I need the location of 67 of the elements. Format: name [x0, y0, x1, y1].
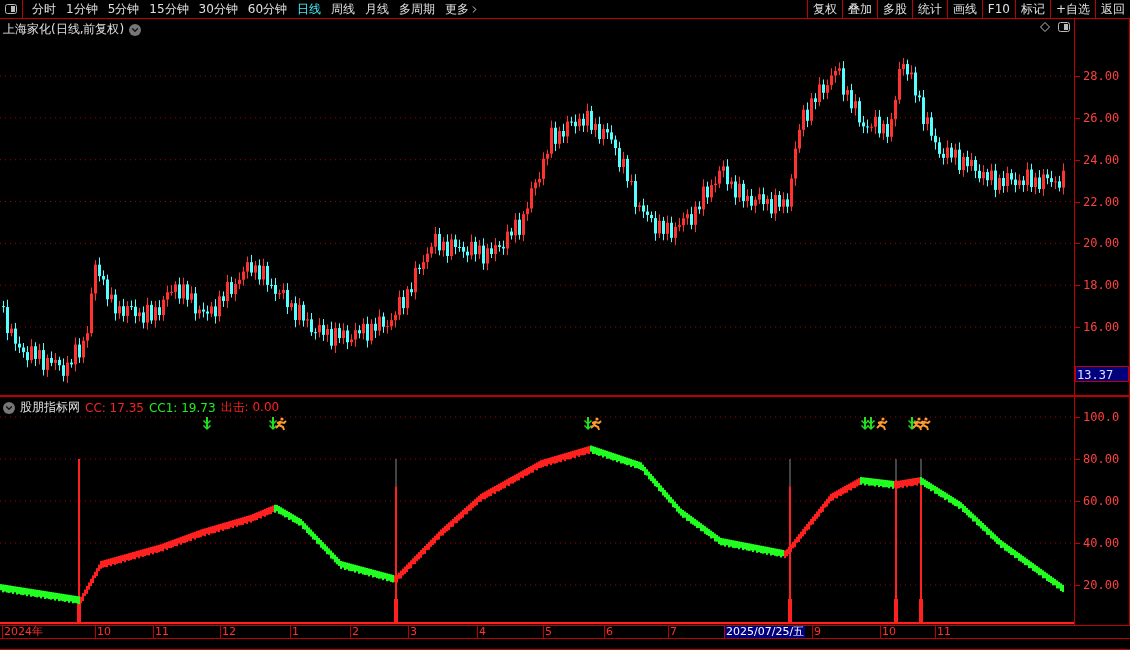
axis-label: 18.00	[1083, 278, 1120, 293]
date-label: 10	[880, 626, 897, 638]
indicator-name: 股朋指标网	[20, 399, 80, 416]
period-tab[interactable]: 30分钟	[193, 0, 243, 18]
axis-label: 16.00	[1083, 320, 1120, 335]
double-down-arrow-icon	[269, 417, 277, 430]
axis-label: 40.00	[1083, 536, 1120, 550]
period-tab[interactable]: 5分钟	[102, 0, 145, 18]
toolbar-button[interactable]: F10	[981, 0, 1015, 18]
axis-label: 60.00	[1083, 494, 1120, 508]
period-tab[interactable]: 日线	[292, 0, 327, 18]
dropdown-icon[interactable]	[3, 401, 15, 414]
toolbar-button[interactable]: 复权	[806, 0, 842, 18]
axis-label: 80.00	[1083, 452, 1120, 466]
toolbar-button[interactable]: 返回	[1095, 0, 1130, 18]
dropdown-icon[interactable]	[129, 23, 142, 36]
current-price-label: 13.37	[1075, 366, 1129, 382]
indicator-value: CC: 17.35	[85, 400, 144, 415]
period-tab[interactable]: 周线	[326, 0, 361, 18]
date-label: 3	[408, 626, 418, 638]
period-tab[interactable]: 分时	[27, 0, 61, 18]
date-label: 4	[477, 626, 487, 638]
period-tab[interactable]: 月线	[360, 0, 395, 18]
toolbar-button[interactable]: 标记	[1014, 0, 1050, 18]
period-tab[interactable]: 15分钟	[144, 0, 194, 18]
chart-title: 上海家化(日线,前复权)	[3, 21, 125, 38]
panel-toggle-icon[interactable]	[5, 4, 17, 14]
axis-label: 24.00	[1083, 152, 1120, 167]
indicator-value: 出击: 0.00	[220, 399, 280, 416]
date-label: 2024年	[2, 626, 44, 638]
axis-label: 26.00	[1083, 110, 1120, 125]
axis-label: 28.00	[1083, 69, 1120, 83]
toolbar-button[interactable]: 多股	[876, 0, 912, 18]
axis-label: 22.00	[1083, 194, 1120, 209]
date-label: 2025/07/25/五	[724, 626, 806, 638]
double-down-arrow-icon	[203, 417, 211, 430]
toolbar-button[interactable]: +自选	[1049, 0, 1095, 18]
running-figure-icon	[919, 417, 931, 431]
running-figure-icon	[590, 417, 602, 431]
axis-label: 100.0	[1083, 410, 1120, 424]
axis-label: 20.00	[1083, 578, 1120, 592]
panel-toggle-icon[interactable]	[1058, 22, 1070, 32]
toolbar-button[interactable]: 画线	[946, 0, 982, 18]
indicator-value: CC1: 19.73	[148, 400, 216, 415]
running-figure-icon	[912, 417, 924, 431]
date-label: 2	[350, 626, 360, 638]
date-label: 1	[290, 626, 300, 638]
date-label: 11	[935, 626, 952, 638]
double-down-arrow-icon	[584, 417, 592, 430]
diamond-icon[interactable]	[1040, 22, 1050, 32]
date-label: 9	[812, 626, 822, 638]
date-label: 7	[668, 626, 678, 638]
double-down-arrow-icon	[908, 417, 916, 430]
more-menu[interactable]: 更多	[440, 0, 486, 18]
period-tab[interactable]: 多周期	[394, 0, 441, 18]
toolbar-button[interactable]: 叠加	[841, 0, 877, 18]
period-tab[interactable]: 60分钟	[242, 0, 293, 18]
date-label: 11	[153, 626, 170, 638]
date-label: 6	[604, 626, 614, 638]
running-figure-icon	[876, 417, 888, 431]
date-label: 10	[95, 626, 112, 638]
running-figure-icon	[275, 417, 287, 431]
date-label: 12	[220, 626, 237, 638]
date-label: 5	[543, 626, 553, 638]
period-tab[interactable]: 1分钟	[61, 0, 103, 18]
axis-label: 20.00	[1083, 236, 1120, 251]
toolbar-button[interactable]: 统计	[911, 0, 947, 18]
